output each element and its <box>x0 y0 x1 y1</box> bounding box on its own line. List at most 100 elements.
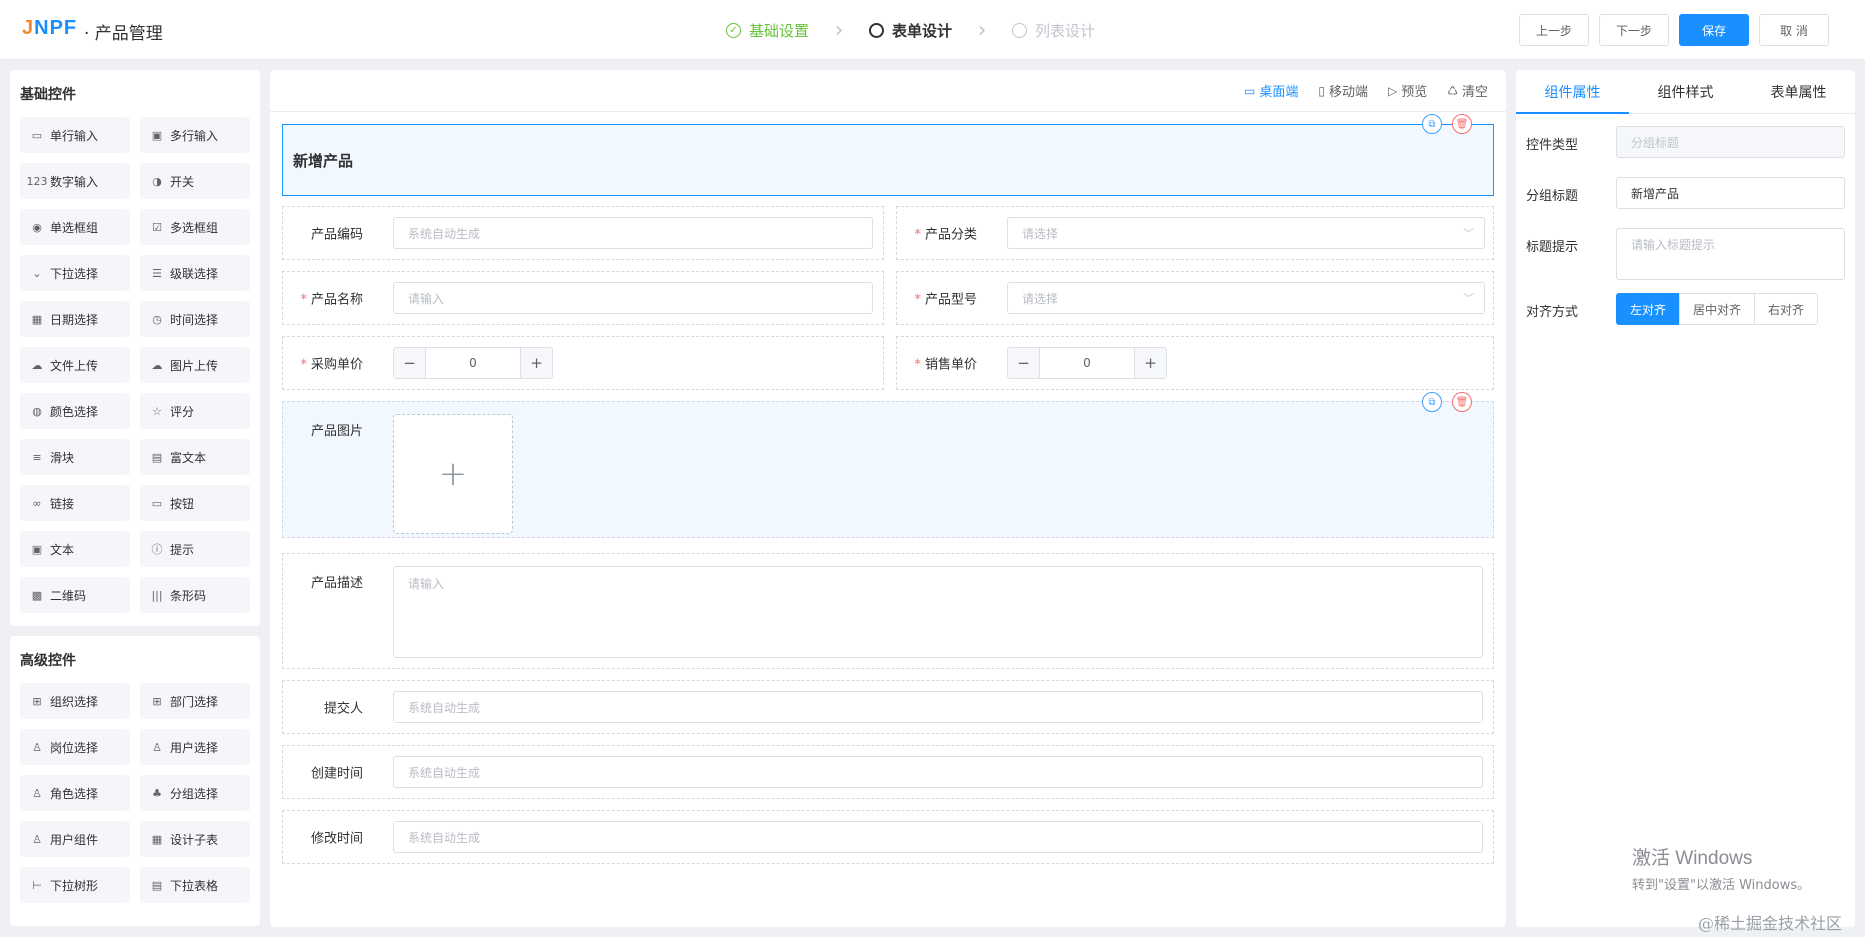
palette-basic-textarea[interactable]: ▣ 多行输入 <box>140 117 250 153</box>
save-button[interactable]: 保存 <box>1679 14 1749 46</box>
palette-basic-slider[interactable]: ≡ 滑块 <box>20 439 130 475</box>
palette-basic-number[interactable]: 123 数字输入 <box>20 163 130 199</box>
copy-icon[interactable]: ⧉ <box>1422 392 1442 412</box>
product-code-input[interactable]: 系统自动生成 <box>393 217 873 249</box>
plus-icon[interactable]: + <box>1134 348 1166 378</box>
palette-basic-text[interactable]: ▣ 文本 <box>20 531 130 567</box>
purchase-price-stepper[interactable]: − 0 + <box>393 347 553 379</box>
copy-icon[interactable]: ⧉ <box>1422 114 1442 134</box>
step-list-design[interactable]: 列表设计 <box>1012 20 1095 41</box>
stepper-value[interactable]: 0 <box>426 348 520 378</box>
palette-basic-checkbox[interactable]: ☑ 多选框组 <box>140 209 250 245</box>
image-uploader[interactable]: + <box>393 414 513 534</box>
field-modified-time[interactable]: 修改时间 系统自动生成 <box>282 810 1494 864</box>
prop-label: 对齐方式 <box>1526 305 1579 320</box>
palette-adv-group[interactable]: ♣ 分组选择 <box>140 775 250 811</box>
palette-basic-link[interactable]: ∞ 链接 <box>20 485 130 521</box>
palette-basic-date[interactable]: ▦ 日期选择 <box>20 301 130 337</box>
toolbar-desktop-button[interactable]: ▭ 桌面端 <box>1244 81 1298 101</box>
product-description-textarea[interactable]: 请输入 <box>393 566 1483 658</box>
sale-price-stepper[interactable]: − 0 + <box>1007 347 1167 379</box>
palette-basic-barcode[interactable]: ||| 条形码 <box>140 577 250 613</box>
field-product-image[interactable]: 产品图片 + <box>282 401 1494 538</box>
chevron-down-icon: ﹀ <box>1463 227 1474 240</box>
toolbar-preview-button[interactable]: ▷ 预览 <box>1388 81 1427 101</box>
field-submitter[interactable]: 提交人 系统自动生成 <box>282 680 1494 734</box>
app-title: · 产品管理 <box>84 24 163 44</box>
group-title-input[interactable]: 新增产品 <box>1616 177 1845 209</box>
palette-adv-table[interactable]: ▦ 设计子表 <box>140 821 250 857</box>
palette-basic-upload-cloud[interactable]: ☁ 文件上传 <box>20 347 130 383</box>
step-bar: ✓ 基础设置 › 表单设计 › 列表设计 <box>726 18 1095 43</box>
palette-item-label: 用户组件 <box>50 832 99 847</box>
palette-basic-select[interactable]: ⌄ 下拉选择 <box>20 255 130 291</box>
next-step-button[interactable]: 下一步 <box>1598 14 1669 46</box>
field-sale-price[interactable]: * 销售单价 − 0 + <box>896 336 1494 390</box>
palette-item-label: 颜色选择 <box>50 404 99 419</box>
field-product-description[interactable]: 产品描述 请输入 <box>282 553 1494 669</box>
palette-basic-star[interactable]: ☆ 评分 <box>140 393 250 429</box>
palette-basic-qrcode[interactable]: ▩ 二维码 <box>20 577 130 613</box>
circle-icon <box>869 22 885 38</box>
palette-adv-post[interactable]: ♙ 岗位选择 <box>20 729 130 765</box>
palette-item-label: 分组选择 <box>170 786 219 801</box>
plus-icon[interactable]: + <box>520 348 552 378</box>
toolbar-label: 移动端 <box>1328 85 1368 100</box>
palette-basic-button[interactable]: ▭ 按钮 <box>140 485 250 521</box>
palette-adv-dept[interactable]: ⊞ 部门选择 <box>140 683 250 719</box>
palette-adv-dropdown-table[interactable]: ▤ 下拉表格 <box>140 867 250 903</box>
product-model-select[interactable]: 请选择 ﹀ <box>1007 282 1485 314</box>
toolbar-label: 清空 <box>1461 85 1488 100</box>
palette-adv-tree[interactable]: ⊢ 下拉树形 <box>20 867 130 903</box>
minus-icon[interactable]: − <box>394 348 426 378</box>
product-category-select[interactable]: 请选择 ﹀ <box>1007 217 1485 249</box>
field-created-time[interactable]: 创建时间 系统自动生成 <box>282 745 1494 799</box>
field-purchase-price[interactable]: * 采购单价 − 0 + <box>282 336 884 390</box>
textarea-icon: ▣ <box>151 128 163 142</box>
align-right-button[interactable]: 右对齐 <box>1754 293 1819 325</box>
palette-basic-clock[interactable]: ◷ 时间选择 <box>140 301 250 337</box>
toolbar-clear-button[interactable]: ♺ 清空 <box>1447 81 1488 101</box>
step-basic-settings[interactable]: ✓ 基础设置 <box>726 20 809 41</box>
tab-component-style[interactable]: 组件样式 <box>1629 70 1742 113</box>
palette-basic-input[interactable]: ▭ 单行输入 <box>20 117 130 153</box>
align-center-button[interactable]: 居中对齐 <box>1679 293 1756 325</box>
tab-component-props[interactable]: 组件属性 <box>1516 70 1629 114</box>
field-product-name[interactable]: * 产品名称 请输入 <box>282 271 884 325</box>
step-form-design[interactable]: 表单设计 <box>869 20 952 41</box>
field-product-code[interactable]: 产品编码 系统自动生成 <box>282 206 884 260</box>
chevron-down-icon: ﹀ <box>1463 292 1474 305</box>
submitter-input[interactable]: 系统自动生成 <box>393 691 1483 723</box>
stepper-value[interactable]: 0 <box>1040 348 1134 378</box>
product-name-input[interactable]: 请输入 <box>393 282 873 314</box>
tab-form-props[interactable]: 表单属性 <box>1742 70 1855 113</box>
palette-adv-org[interactable]: ⊞ 组织选择 <box>20 683 130 719</box>
palette-basic-image-upload[interactable]: ☁ 图片上传 <box>140 347 250 383</box>
palette-basic-richtext[interactable]: ▤ 富文本 <box>140 439 250 475</box>
delete-icon[interactable]: 🗑 <box>1452 392 1472 412</box>
field-product-category[interactable]: * 产品分类 请选择 ﹀ <box>896 206 1494 260</box>
palette-basic-cascader[interactable]: ☰ 级联选择 <box>140 255 250 291</box>
field-label: 提交人 <box>323 701 363 717</box>
title-tip-textarea[interactable]: 请输入标题提示 <box>1616 228 1845 280</box>
prop-label: 标题提示 <box>1526 240 1579 255</box>
field-product-model[interactable]: * 产品型号 请选择 ﹀ <box>896 271 1494 325</box>
date-icon: ▦ <box>31 312 43 326</box>
delete-icon[interactable]: 🗑 <box>1452 114 1472 134</box>
cancel-button[interactable]: 取 消 <box>1759 14 1829 46</box>
toolbar-mobile-button[interactable]: ▯ 移动端 <box>1318 81 1368 101</box>
palette-item-label: 设计子表 <box>170 832 219 847</box>
palette-basic-alert[interactable]: ⓘ 提示 <box>140 531 250 567</box>
palette-basic-radio[interactable]: ◉ 单选框组 <box>20 209 130 245</box>
group-title-block[interactable]: 新增产品 <box>282 124 1494 196</box>
minus-icon[interactable]: − <box>1008 348 1040 378</box>
palette-basic-palette[interactable]: ◍ 颜色选择 <box>20 393 130 429</box>
palette-adv-role[interactable]: ♙ 角色选择 <box>20 775 130 811</box>
created-time-input[interactable]: 系统自动生成 <box>393 756 1483 788</box>
palette-adv-user[interactable]: ♙ 用户选择 <box>140 729 250 765</box>
palette-basic-switch[interactable]: ◑ 开关 <box>140 163 250 199</box>
modified-time-input[interactable]: 系统自动生成 <box>393 821 1483 853</box>
prev-step-button[interactable]: 上一步 <box>1518 14 1589 46</box>
palette-adv-user-component[interactable]: ♙ 用户组件 <box>20 821 130 857</box>
align-left-button[interactable]: 左对齐 <box>1616 293 1681 325</box>
